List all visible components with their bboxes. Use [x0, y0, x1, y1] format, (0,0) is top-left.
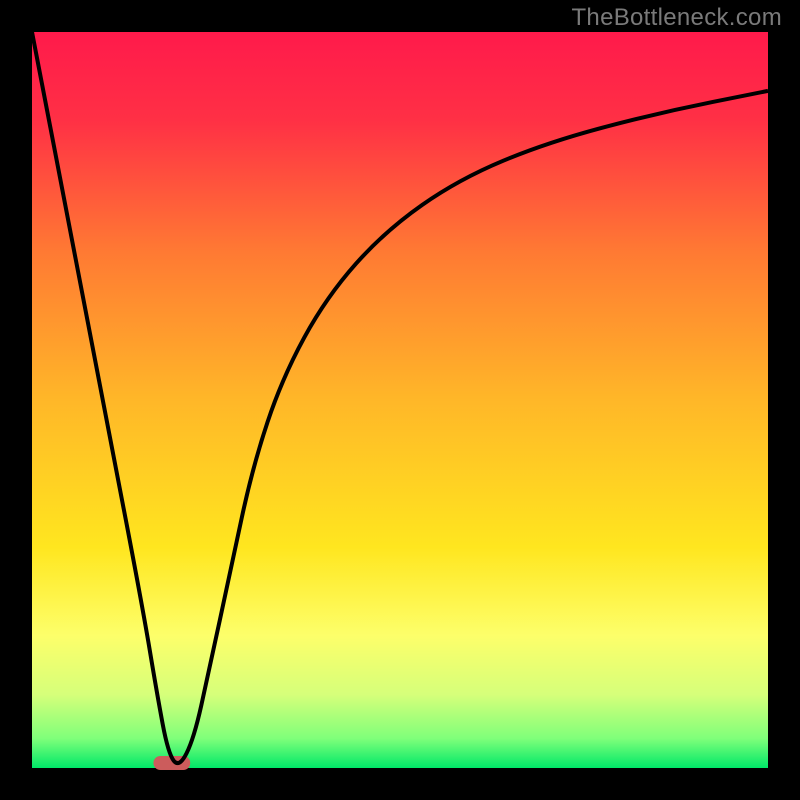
watermark-text: TheBottleneck.com — [571, 4, 782, 32]
bottleneck-chart — [0, 0, 800, 800]
chart-frame: TheBottleneck.com — [0, 0, 800, 800]
plot-background — [32, 32, 768, 768]
